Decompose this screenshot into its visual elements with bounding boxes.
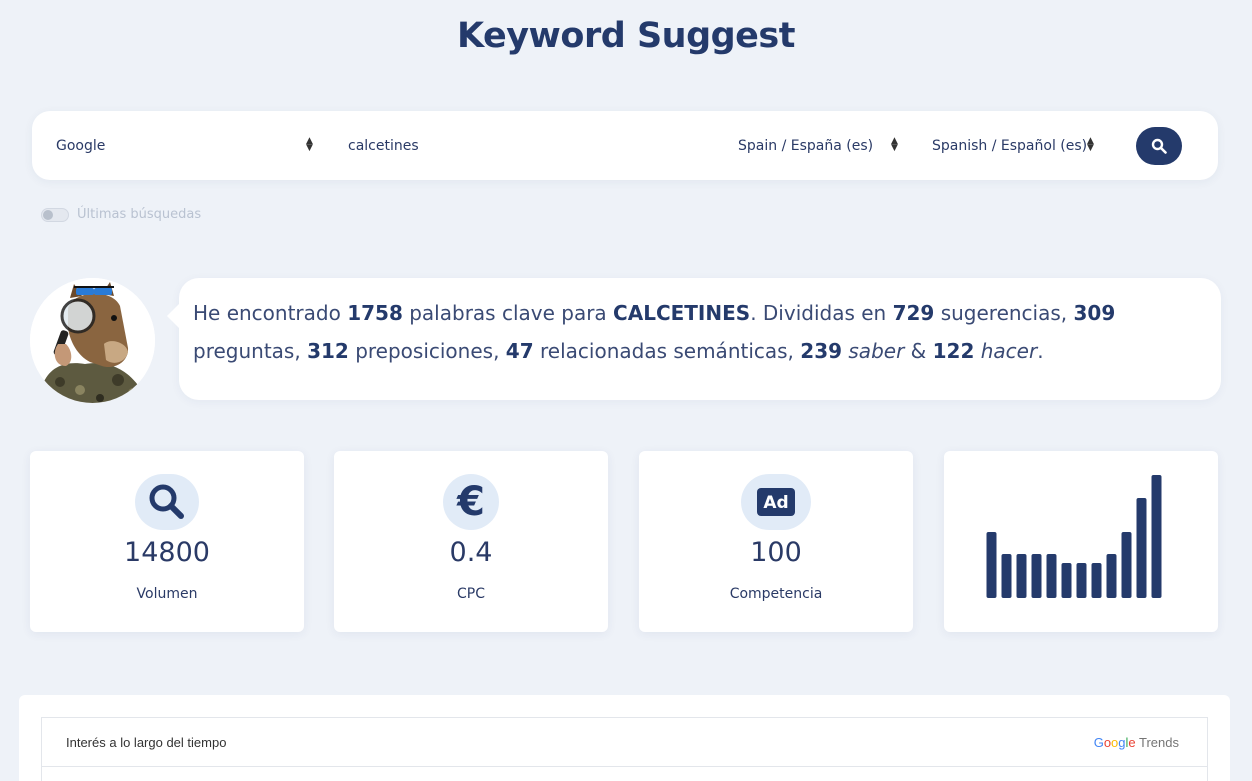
search-bar: Google ▲ ▼ calcetines Spain / España (es)… <box>32 111 1218 180</box>
page-title: Keyword Suggest <box>457 16 795 56</box>
select-arrows-icon: ▲ ▼ <box>891 136 898 153</box>
cpc-card: € 0.4 CPC <box>334 451 608 632</box>
summary-hacer-label: hacer <box>980 339 1038 363</box>
engine-select-value: Google <box>56 137 106 154</box>
summary-suggestions-count: 729 <box>892 301 935 325</box>
competition-value: 100 <box>750 537 802 568</box>
svg-text:Ad: Ad <box>763 493 788 513</box>
keyword-input[interactable]: calcetines <box>348 111 708 180</box>
select-arrows-icon: ▲ ▼ <box>1087 136 1094 153</box>
country-select-value: Spain / España (es) <box>738 137 874 154</box>
summary-text: preguntas, <box>193 339 301 363</box>
chart-bar-2 <box>1001 554 1012 598</box>
cpc-icon-wrap: € <box>443 474 499 530</box>
monthly-searches-chart <box>986 475 1162 598</box>
history-toggle-row: Últimas búsquedas <box>41 207 201 222</box>
cpc-label: CPC <box>457 586 485 602</box>
summary-text: He encontrado <box>193 301 341 325</box>
chart-bar-6 <box>1061 563 1072 598</box>
summary-text: relacionadas semánticas, <box>540 339 794 363</box>
summary-text: & <box>910 339 927 363</box>
chart-bar-4 <box>1031 554 1042 598</box>
summary-total-count: 1758 <box>347 301 403 325</box>
trends-title: Interés a lo largo del tiempo <box>66 734 227 750</box>
google-trends-logo[interactable]: Google Trends <box>1094 735 1179 750</box>
language-select[interactable]: Spanish / Español (es) ▲ ▼ <box>932 111 1102 180</box>
history-toggle[interactable] <box>41 207 69 222</box>
summary-hacer-count: 122 <box>932 339 975 363</box>
select-arrows-icon: ▲ ▼ <box>306 136 313 153</box>
summary-bubble: He encontrado 1758 palabras clave para C… <box>167 278 1221 400</box>
euro-icon: € <box>457 479 485 525</box>
summary-semantic-count: 47 <box>505 339 534 363</box>
summary-saber-count: 239 <box>800 339 843 363</box>
country-select[interactable]: Spain / España (es) ▲ ▼ <box>738 111 902 180</box>
chart-bar-5 <box>1046 554 1057 598</box>
summary-text: preposiciones, <box>355 339 500 363</box>
google-trends-header: Interés a lo largo del tiempo Google Tre… <box>42 718 1207 767</box>
competition-card: Ad 100 Competencia <box>639 451 913 632</box>
google-trends-widget: Interés a lo largo del tiempo Google Tre… <box>41 717 1208 781</box>
chart-bar-9 <box>1106 554 1117 598</box>
volume-label: Volumen <box>136 586 198 602</box>
summary-text: sugerencias, <box>940 301 1068 325</box>
search-icon <box>149 484 184 519</box>
chart-bar-10 <box>1121 532 1132 598</box>
ad-icon: Ad <box>757 488 795 516</box>
horse-detective-avatar <box>30 278 155 403</box>
competition-label: Competencia <box>729 586 823 602</box>
summary-questions-count: 309 <box>1073 301 1116 325</box>
summary-text: . Divididas en <box>750 301 887 325</box>
chart-bar-12 <box>1151 475 1162 598</box>
competition-icon-wrap: Ad <box>741 474 811 530</box>
engine-select[interactable]: Google ▲ ▼ <box>56 111 316 180</box>
chart-bar-11 <box>1136 498 1147 598</box>
avatar <box>30 278 155 403</box>
chart-bar-7 <box>1076 563 1087 598</box>
trend-chart-card <box>944 451 1218 632</box>
chart-bar-1 <box>986 532 997 598</box>
search-button[interactable] <box>1136 127 1182 165</box>
volume-value: 14800 <box>124 537 210 568</box>
history-toggle-label: Últimas búsquedas <box>77 207 202 222</box>
summary-text: . <box>1037 339 1044 363</box>
google-trends-panel: Interés a lo largo del tiempo Google Tre… <box>19 695 1230 781</box>
summary-prepositions-count: 312 <box>307 339 349 363</box>
language-select-value: Spanish / Español (es) <box>932 137 1088 154</box>
keyword-input-value: calcetines <box>348 137 419 154</box>
volume-card: 14800 Volumen <box>30 451 304 632</box>
chart-bar-3 <box>1016 554 1027 598</box>
summary-keyword: CALCETINES <box>613 301 751 325</box>
cpc-value: 0.4 <box>449 537 493 568</box>
search-icon <box>1151 138 1167 154</box>
chart-bar-8 <box>1091 563 1102 598</box>
summary-saber-label: saber <box>848 339 905 363</box>
volume-icon-wrap <box>135 474 199 530</box>
summary-text: palabras clave para <box>409 301 607 325</box>
